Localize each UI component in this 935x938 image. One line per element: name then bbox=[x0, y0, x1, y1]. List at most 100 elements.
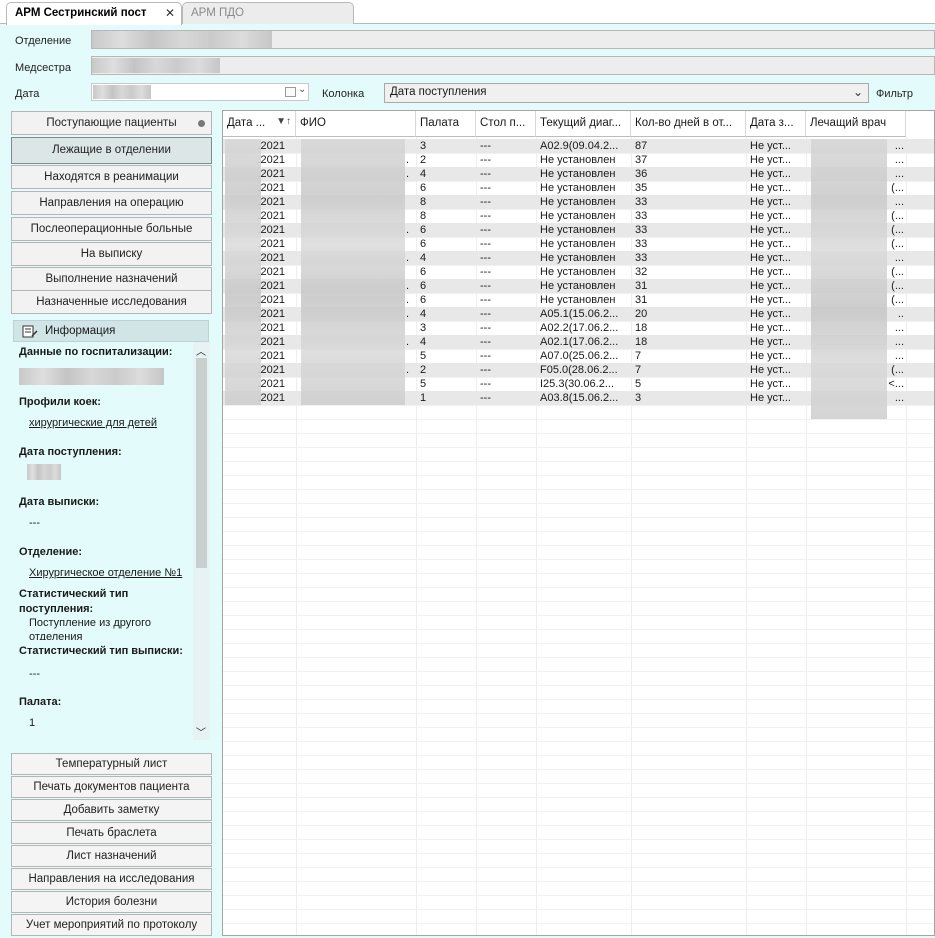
column-header[interactable]: ФИО bbox=[296, 111, 416, 137]
department-field[interactable] bbox=[91, 30, 935, 49]
protocol-activities-button[interactable]: Учет мероприятий по протоколу bbox=[11, 914, 212, 936]
medical-history-button[interactable]: История болезни bbox=[11, 891, 212, 913]
column-select[interactable]: Дата поступления ⌄ bbox=[384, 83, 869, 103]
stat-admit-label: Статистический тип bbox=[19, 588, 129, 600]
filter-label: Фильтр bbox=[876, 88, 913, 100]
table-cell: 8 bbox=[420, 210, 427, 222]
redacted-block bbox=[301, 139, 405, 405]
table-cell: Не уст... bbox=[750, 336, 791, 348]
table-cell: --- bbox=[480, 364, 491, 376]
table-cell: Не уст... bbox=[750, 266, 791, 278]
nav-surgery-referrals[interactable]: Направления на операцию bbox=[11, 191, 212, 215]
table-cell: --- bbox=[480, 392, 491, 404]
print-bracelet-button[interactable]: Печать браслета bbox=[11, 822, 212, 844]
column-select-value: Дата поступления bbox=[390, 86, 487, 98]
grid-divider bbox=[223, 881, 934, 882]
column-header[interactable]: Дата ... ▼↑ bbox=[223, 111, 296, 137]
scroll-down-icon[interactable]: ﹀ bbox=[196, 724, 206, 739]
temperature-sheet-button[interactable]: Температурный лист bbox=[11, 753, 212, 775]
redacted-block bbox=[225, 139, 261, 405]
tab-nurse-post[interactable]: АРМ Сестринский пост ✕ bbox=[6, 2, 182, 25]
bed-profile-link[interactable]: хирургические для детей bbox=[29, 417, 157, 429]
nav-label: Направления на операцию bbox=[39, 197, 184, 209]
table-cell: 5 bbox=[420, 350, 427, 362]
column-header[interactable]: Лечащий врач bbox=[806, 111, 906, 137]
table-cell: --- bbox=[480, 294, 491, 306]
test-referrals-button[interactable]: Направления на исследования bbox=[11, 868, 212, 890]
nurse-label: Медсестра bbox=[15, 62, 71, 74]
status-dot-icon bbox=[198, 120, 205, 127]
grid-divider bbox=[223, 433, 934, 434]
table-cell: 3 bbox=[420, 140, 427, 152]
table-cell: Не уст... bbox=[750, 308, 791, 320]
column-header[interactable]: Палата bbox=[416, 111, 476, 137]
nav-assigned-tests[interactable]: Назначенные исследования bbox=[11, 290, 212, 314]
table-cell: 8 bbox=[420, 196, 427, 208]
stat-admit-value: Поступление из другого bbox=[29, 617, 152, 629]
date-input[interactable]: ⌄ bbox=[91, 83, 309, 101]
table-cell: 1 bbox=[420, 392, 427, 404]
column-header[interactable]: Текущий диаг... bbox=[536, 111, 631, 137]
grid-divider bbox=[223, 489, 934, 490]
grid-divider bbox=[223, 587, 934, 588]
nav-discharge[interactable]: На выписку bbox=[11, 242, 212, 266]
hosp-data-label: Данные по госпитализации: bbox=[19, 346, 173, 358]
nav-incoming-patients[interactable]: Поступающие пациенты bbox=[11, 111, 212, 135]
tab-pdo[interactable]: АРМ ПДО bbox=[182, 2, 354, 24]
nav-label: На выписку bbox=[80, 248, 143, 260]
nav-in-department[interactable]: Лежащие в отделении bbox=[11, 137, 212, 164]
calendar-icon[interactable] bbox=[285, 87, 296, 97]
nav-in-icu[interactable]: Находятся в реанимации bbox=[11, 165, 212, 189]
chevron-down-icon[interactable]: ⌄ bbox=[298, 84, 306, 95]
grid-divider bbox=[223, 475, 934, 476]
table-cell: 2 bbox=[420, 154, 427, 166]
table-cell: A03.8(15.06.2... bbox=[540, 392, 619, 404]
table-cell: --- bbox=[480, 266, 491, 278]
info-panel-header[interactable]: Информация bbox=[13, 320, 209, 342]
column-header[interactable]: Дата з... bbox=[746, 111, 806, 137]
column-header-label: Лечащий врач bbox=[810, 117, 887, 129]
table-cell: Не установлен bbox=[540, 238, 616, 250]
table-cell: 87 bbox=[635, 140, 648, 152]
filter-sort-icon[interactable]: ▼↑ bbox=[276, 116, 291, 127]
scrollbar-thumb[interactable] bbox=[196, 358, 207, 568]
table-cell: F05.0(28.06.2... bbox=[540, 364, 618, 376]
table-cell: Не уст... bbox=[750, 252, 791, 264]
grid-divider bbox=[223, 559, 934, 560]
table-cell: Не уст... bbox=[750, 280, 791, 292]
table-cell: 33 bbox=[635, 210, 648, 222]
table-cell: 33 bbox=[635, 224, 648, 236]
column-header[interactable]: Стол п... bbox=[476, 111, 536, 137]
table-cell: A02.9(09.04.2... bbox=[540, 140, 619, 152]
table-cell: 3 bbox=[635, 392, 642, 404]
table-cell: Не уст... bbox=[750, 378, 791, 390]
table-cell: Не уст... bbox=[750, 168, 791, 180]
table-cell: 3 bbox=[420, 322, 427, 334]
column-header-label: Кол-во дней в от... bbox=[635, 117, 733, 129]
table-cell: --- bbox=[480, 196, 491, 208]
grid-divider bbox=[223, 783, 934, 784]
redacted-block bbox=[811, 139, 887, 419]
button-label: Температурный лист bbox=[55, 758, 168, 770]
table-cell: Не установлен bbox=[540, 280, 616, 292]
nurse-field[interactable] bbox=[91, 56, 935, 75]
table-cell: 32 bbox=[635, 266, 648, 278]
nav-label: Поступающие пациенты bbox=[46, 117, 177, 129]
table-cell: 6 bbox=[420, 238, 427, 250]
close-icon[interactable]: ✕ bbox=[165, 6, 175, 20]
nav-postoperative[interactable]: Послеоперационные больные bbox=[11, 217, 212, 241]
department-link[interactable]: Хирургическое отделение №1 bbox=[29, 567, 182, 579]
prescription-sheet-button[interactable]: Лист назначений bbox=[11, 845, 212, 867]
add-note-button[interactable]: Добавить заметку bbox=[11, 799, 212, 821]
table-cell: Не установлен bbox=[540, 294, 616, 306]
table-cell: Не установлен bbox=[540, 224, 616, 236]
nav-prescriptions-execution[interactable]: Выполнение назначений bbox=[11, 267, 212, 291]
table-cell: 35 bbox=[635, 182, 648, 194]
discharge-date-label: Дата выписки: bbox=[19, 496, 100, 508]
stat-discharge-label: Статистический тип выписки: bbox=[19, 645, 183, 657]
column-header[interactable]: Кол-во дней в от... bbox=[631, 111, 746, 137]
grid-divider bbox=[223, 615, 934, 616]
scroll-up-icon[interactable]: ︿ bbox=[196, 343, 206, 358]
date-label: Дата bbox=[15, 88, 40, 100]
print-patient-docs-button[interactable]: Печать документов пациента bbox=[11, 776, 212, 798]
